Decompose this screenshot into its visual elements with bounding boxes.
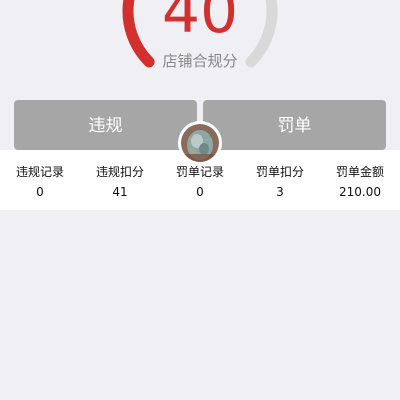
stat-value: 0 — [196, 185, 204, 199]
compliance-score-gauge: 40 店铺合规分 — [0, 0, 400, 90]
stat-value: 0 — [36, 185, 44, 199]
stat-label: 违规扣分 — [95, 165, 144, 179]
store-compliance-page: 40 店铺合规分 违规 罚单 违规记录 0 违规扣分 41 罚单记录 0 罚单扣… — [0, 0, 400, 400]
compliance-score-label: 店铺合规分 — [162, 52, 238, 70]
stat-label: 罚单记录 — [175, 165, 224, 179]
stat-label: 罚单金额 — [335, 165, 384, 179]
stat-violation-deductions[interactable]: 违规扣分 41 — [80, 164, 160, 200]
jade-pendant-photo-icon — [181, 124, 219, 162]
stat-ticket-amount[interactable]: 罚单金额 210.00 — [320, 164, 400, 200]
tab-violations-label: 违规 — [88, 115, 123, 136]
compliance-score-value: 40 — [161, 0, 239, 47]
stat-value: 41 — [112, 185, 128, 199]
stat-value: 210.00 — [339, 185, 381, 199]
stat-label: 罚单扣分 — [255, 165, 304, 179]
stat-value: 3 — [276, 185, 284, 199]
tab-penalty-tickets[interactable]: 罚单 — [203, 100, 386, 150]
tab-violations[interactable]: 违规 — [14, 100, 197, 150]
avatar[interactable] — [178, 121, 222, 165]
stat-violation-records[interactable]: 违规记录 0 — [0, 164, 80, 200]
stat-ticket-deductions[interactable]: 罚单扣分 3 — [240, 164, 320, 200]
stat-label: 违规记录 — [15, 165, 64, 179]
stat-ticket-records[interactable]: 罚单记录 0 — [160, 164, 240, 200]
tab-penalty-tickets-label: 罚单 — [277, 115, 312, 136]
